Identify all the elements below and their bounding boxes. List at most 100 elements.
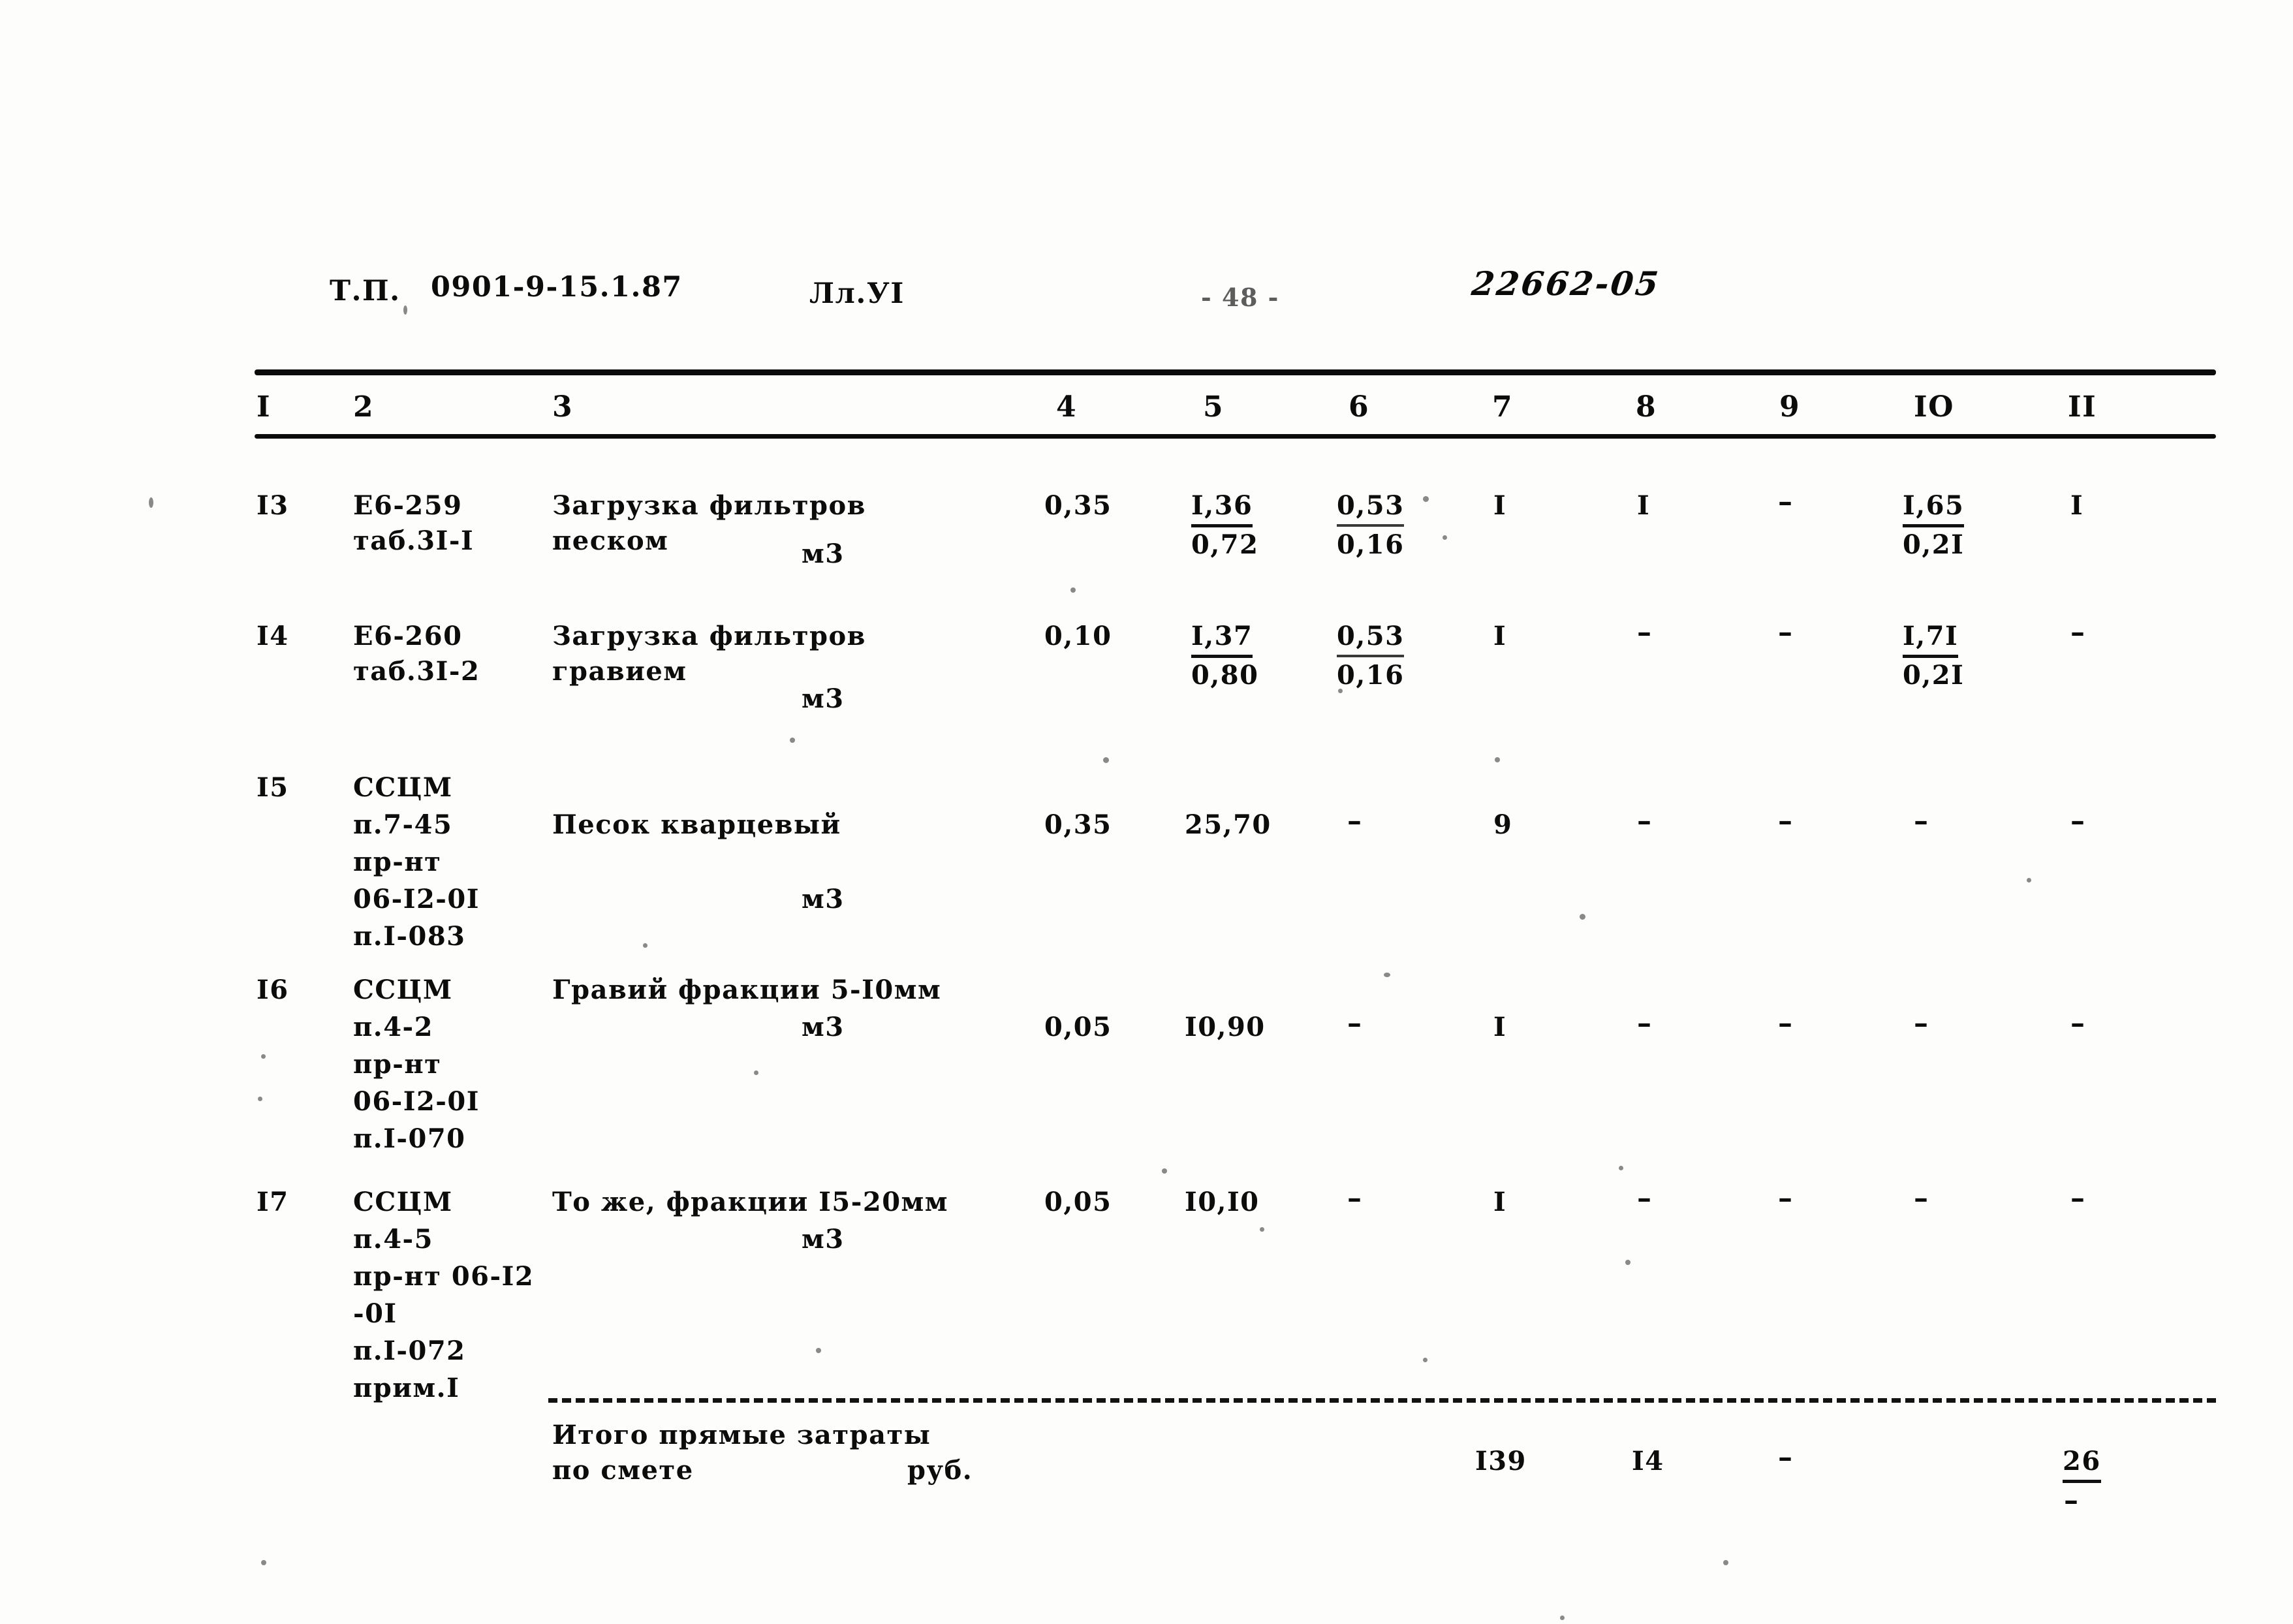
scan-speck: [1103, 757, 1109, 763]
scan-speck: [1260, 1227, 1264, 1232]
row-code-line-4: -0I: [353, 1298, 398, 1329]
row-col8-value: –: [1637, 1007, 1653, 1040]
table-top-rule: [255, 369, 2216, 375]
row-unit: м3: [802, 683, 845, 714]
row-col8-value: –: [1637, 1181, 1653, 1215]
row-col6-top-value: 0,53: [1337, 488, 1405, 527]
sheet-label: Лл.УI: [809, 277, 905, 310]
row-col7-value: 9: [1493, 809, 1513, 840]
column-header-1: I: [257, 390, 272, 424]
scan-speck: [1619, 1166, 1623, 1170]
row-col6-bottom-value: 0,16: [1337, 529, 1405, 560]
row-code-line-1: ССЦМ: [353, 1187, 453, 1217]
totals-col11-subvalue: –: [2064, 1484, 2080, 1517]
row-col11-value: I: [2070, 490, 2084, 521]
row-col10-bottom-value: 0,2I: [1903, 660, 1965, 691]
row-col9-value: –: [1778, 1181, 1794, 1215]
row-code-line-2: таб.3I-I: [353, 525, 475, 556]
column-header-9: 9: [1779, 390, 1801, 424]
totals-separator-dashed-rule: [548, 1398, 2216, 1403]
scan-speck: [403, 305, 407, 315]
row-col4-value: 0,35: [1044, 809, 1112, 840]
row-col5-top-value: I,36: [1191, 488, 1253, 527]
doc-type-label: Т.П.: [330, 275, 401, 307]
row-col5-top-value: I0,I0: [1185, 1187, 1260, 1217]
row-col10-top-value: –: [1914, 804, 1929, 837]
scan-speck: [258, 1097, 262, 1101]
row-number: I5: [257, 772, 289, 803]
row-number: I4: [257, 621, 289, 651]
row-col8-value: –: [1637, 804, 1653, 837]
row-col9-value: –: [1778, 616, 1794, 649]
row-code-line-3: пр-нт 06-I2: [353, 1261, 535, 1292]
row-col8-value: –: [1637, 616, 1653, 649]
scan-speck: [1580, 914, 1585, 920]
scan-speck: [149, 497, 153, 508]
row-col5-bottom-value: 0,72: [1191, 529, 1259, 560]
column-header-bottom-rule: [255, 434, 2216, 439]
column-header-5: 5: [1203, 390, 1224, 424]
row-code-line-4: 06-I2-0I: [353, 1086, 480, 1117]
row-description-line-2: песком: [552, 525, 669, 556]
scan-speck: [1625, 1260, 1630, 1265]
row-col6-bottom-value: 0,16: [1337, 660, 1405, 691]
row-col10-top-value: I,65: [1903, 488, 1965, 527]
totals-unit: руб.: [907, 1455, 973, 1486]
scan-speck: [754, 1070, 758, 1075]
row-code-line-4: 06-I2-0I: [353, 884, 480, 914]
row-col6-top-value: –: [1347, 1181, 1363, 1215]
scan-speck: [1495, 757, 1500, 762]
row-code-line-1: ССЦМ: [353, 772, 453, 803]
totals-col8-value: I4: [1632, 1446, 1664, 1476]
row-code-line-5: п.I-072: [353, 1335, 466, 1366]
row-col6-top-value: –: [1347, 804, 1363, 837]
row-col10-top-value: I,7I: [1903, 619, 1959, 658]
row-col11-value: –: [2070, 616, 2086, 649]
row-code-line-3: пр-нт: [353, 847, 442, 877]
row-col11-value: –: [2070, 1181, 2086, 1215]
totals-label-line-1: Итого прямые затраты: [552, 1420, 931, 1450]
scan-speck: [1338, 689, 1343, 693]
scan-speck: [1070, 587, 1076, 593]
scan-speck: [1560, 1616, 1565, 1620]
scan-speck: [643, 943, 647, 948]
row-col11-value: –: [2070, 1007, 2086, 1040]
row-code-line-3: пр-нт: [353, 1049, 442, 1080]
row-number: I6: [257, 975, 289, 1005]
row-unit: м3: [802, 884, 845, 914]
scan-speck: [1384, 973, 1390, 977]
totals-col7-value: I39: [1475, 1446, 1527, 1476]
row-col5-top-value: I,37: [1191, 619, 1253, 658]
row-col7-value: I: [1493, 1187, 1507, 1217]
row-code-line-2: таб.3I-2: [353, 656, 480, 687]
row-col7-value: I: [1493, 490, 1507, 521]
scan-speck: [816, 1348, 821, 1353]
row-col5-bottom-value: 0,80: [1191, 660, 1259, 691]
column-header-11: II: [2068, 390, 2097, 424]
row-code-line-2: п.7-45: [353, 809, 453, 840]
row-code-line-1: ССЦМ: [353, 975, 453, 1005]
scan-speck: [1423, 1358, 1427, 1362]
totals-label-line-2: по смете: [552, 1455, 694, 1486]
totals-col11-value: 26: [2063, 1444, 2101, 1483]
row-code-line-5: п.I-070: [353, 1123, 466, 1154]
row-col4-value: 0,05: [1044, 1187, 1112, 1217]
row-number: I3: [257, 490, 289, 521]
row-col11-value: –: [2070, 804, 2086, 837]
scan-speck: [2027, 878, 2031, 882]
scan-speck: [790, 738, 795, 743]
scan-speck: [1723, 1560, 1728, 1565]
row-col9-value: –: [1778, 485, 1794, 518]
row-col4-value: 0,35: [1044, 490, 1112, 521]
column-header-2: 2: [353, 390, 375, 424]
row-col8-value: I: [1637, 490, 1651, 521]
row-description-line-1: Песок кварцевый: [552, 809, 841, 840]
row-description-line-2: гравием: [552, 656, 687, 687]
row-number: I7: [257, 1187, 289, 1217]
row-col6-top-value: –: [1347, 1007, 1363, 1040]
scan-speck: [1423, 496, 1429, 502]
row-unit: м3: [802, 539, 845, 569]
row-code-line-2: п.4-5: [353, 1224, 433, 1255]
row-code-line-5: п.I-083: [353, 921, 466, 952]
row-description-line-1: Загрузка фильтров: [552, 621, 866, 651]
